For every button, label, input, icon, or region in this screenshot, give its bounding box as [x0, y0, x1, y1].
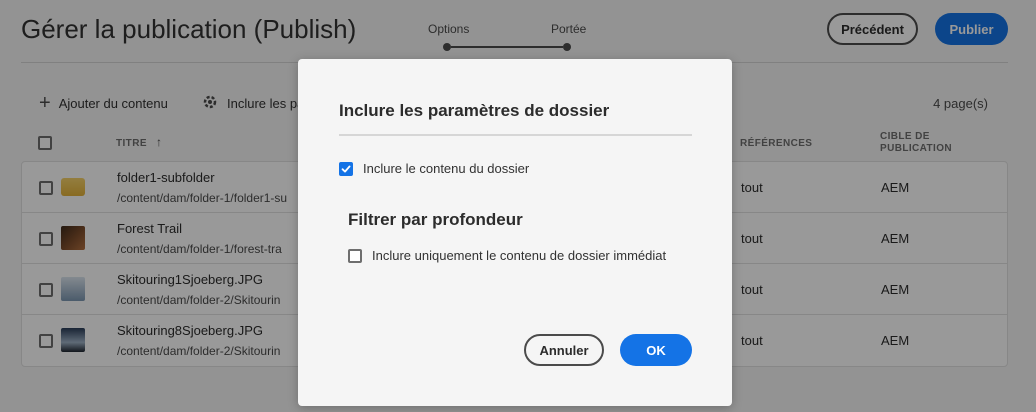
- ok-button[interactable]: OK: [620, 334, 692, 366]
- include-folder-content-checkbox[interactable]: [339, 161, 353, 176]
- filter-depth-heading: Filtrer par profondeur: [348, 210, 523, 229]
- dialog-title: Inclure les paramètres de dossier: [339, 101, 610, 120]
- immediate-content-option[interactable]: Inclure uniquement le contenu de dossier…: [348, 248, 666, 263]
- immediate-content-checkbox[interactable]: [348, 248, 362, 263]
- dialog-divider: [339, 134, 692, 136]
- immediate-content-label: Inclure uniquement le contenu de dossier…: [372, 248, 667, 263]
- cancel-button[interactable]: Annuler: [524, 334, 604, 366]
- include-folder-content-option[interactable]: Inclure le contenu du dossier: [339, 161, 529, 176]
- folder-settings-dialog: Inclure les paramètres de dossier Inclur…: [298, 59, 732, 406]
- include-folder-content-label: Inclure le contenu du dossier: [363, 161, 530, 176]
